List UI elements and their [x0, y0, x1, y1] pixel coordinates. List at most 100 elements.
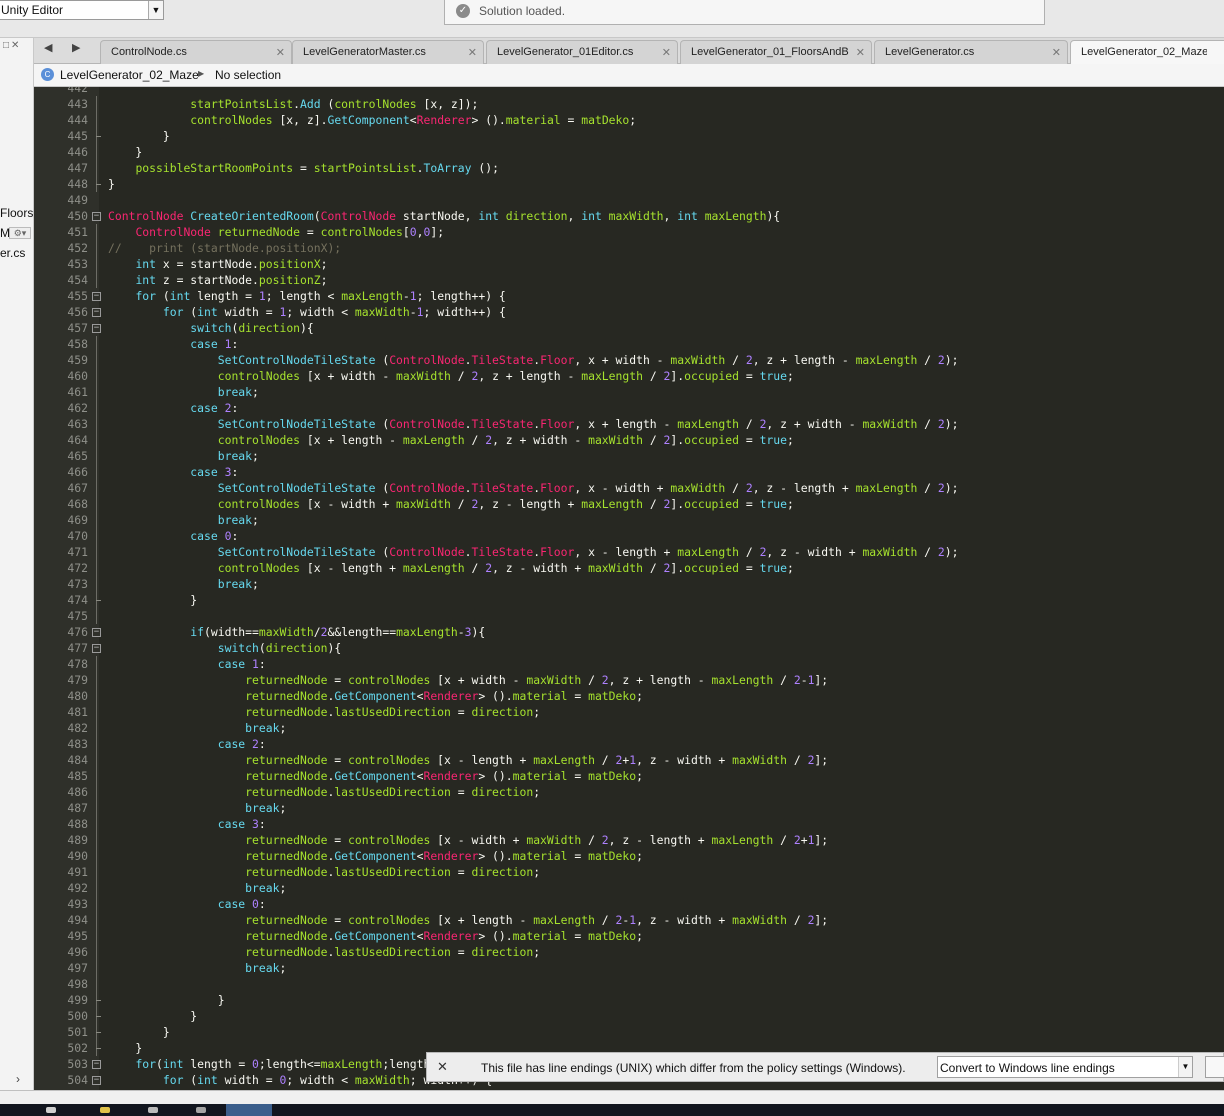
line-number: 491	[67, 865, 88, 879]
notification-apply-button[interactable]	[1205, 1056, 1224, 1078]
line-number: 470	[67, 529, 88, 543]
fold-toggle-icon[interactable]: −	[92, 1060, 101, 1069]
chevron-down-icon[interactable]: ▼	[148, 1, 163, 19]
code-text: break;	[217, 577, 259, 591]
code-line: 478 case 1:	[34, 656, 1224, 672]
code-editor[interactable]: 442 443 startPointsList.Add (controlNodes…	[34, 87, 1224, 1090]
line-number: 504	[67, 1073, 88, 1087]
taskbar	[0, 1104, 1224, 1116]
line-number: 459	[67, 353, 88, 367]
panel-window-controls[interactable]: □✕	[3, 40, 21, 51]
chevron-right-icon[interactable]: ›	[16, 1072, 20, 1086]
code-text: returnedNode = controlNodes [x - length …	[245, 753, 829, 767]
tab-3[interactable]: LevelGenerator_01_FloorsAndBu ✕	[680, 40, 872, 64]
line-number: 462	[67, 401, 88, 415]
code-text: int z = startNode.positionZ;	[135, 273, 328, 287]
line-number: 453	[67, 257, 88, 271]
fold-guide	[96, 880, 97, 896]
code-line: 481 returnedNode.lastUsedDirection = dir…	[34, 704, 1224, 720]
close-icon[interactable]: ✕	[1052, 46, 1061, 59]
code-line: 486 returnedNode.lastUsedDirection = dir…	[34, 784, 1224, 800]
fold-toggle-icon[interactable]: −	[92, 292, 101, 301]
code-line: 466 case 3:	[34, 464, 1224, 480]
fold-toggle-icon[interactable]: −	[92, 308, 101, 317]
fold-toggle-icon[interactable]: −	[92, 324, 101, 333]
code-line: 463 SetControlNodeTileState (ControlNode…	[34, 416, 1224, 432]
code-text: case 3:	[217, 817, 266, 831]
line-ending-action-select[interactable]: Convert to Windows line endings ▼	[937, 1056, 1193, 1078]
code-line: 492 break;	[34, 880, 1224, 896]
code-text: returnedNode = controlNodes [x + length …	[245, 913, 829, 927]
left-panel: □✕	[0, 38, 34, 1090]
code-line: 490 returnedNode.GetComponent<Renderer> …	[34, 848, 1224, 864]
fold-guide	[96, 544, 97, 560]
close-icon[interactable]: ✕	[276, 46, 285, 59]
configuration-select[interactable]: Unity Editor ▼	[0, 0, 164, 20]
line-number: 489	[67, 833, 88, 847]
code-line: 477− switch(direction){	[34, 640, 1224, 656]
left-panel-label[interactable]: er.cs	[0, 246, 25, 260]
fold-guide	[96, 256, 97, 272]
line-number: 503	[67, 1057, 88, 1071]
code-line: 464 controlNodes [x + length - maxLength…	[34, 432, 1224, 448]
fold-guide	[96, 384, 97, 400]
fold-guide-end	[96, 600, 101, 601]
arrow-right-icon[interactable]: ▶	[72, 41, 80, 54]
close-icon[interactable]: ✕	[437, 1059, 448, 1075]
line-number: 502	[67, 1041, 88, 1055]
line-number: 446	[67, 145, 88, 159]
code-line: 467 SetControlNodeTileState (ControlNode…	[34, 480, 1224, 496]
tab-label: LevelGenerator.cs	[885, 46, 975, 58]
arrow-left-icon[interactable]: ◀	[44, 41, 52, 54]
csharp-class-icon: C	[41, 68, 54, 81]
fold-toggle-icon[interactable]: −	[92, 212, 101, 221]
breadcrumb-class[interactable]: LevelGenerator_02_Maze	[60, 68, 199, 82]
line-number: 451	[67, 225, 88, 239]
code-line: 475	[34, 608, 1224, 624]
code-line: 456− for (int width = 1; width < maxWidt…	[34, 304, 1224, 320]
fold-guide	[96, 768, 97, 784]
code-line: 497 break;	[34, 960, 1224, 976]
close-icon[interactable]: ✕	[856, 46, 865, 59]
line-number: 442	[67, 87, 88, 95]
code-text: SetControlNodeTileState (ControlNode.Til…	[217, 545, 959, 559]
tab-4[interactable]: LevelGenerator.cs ✕	[874, 40, 1068, 64]
code-line: 452 // print (startNode.positionX);	[34, 240, 1224, 256]
taskbar-app-icon[interactable]	[196, 1107, 206, 1113]
fold-guide	[96, 848, 97, 864]
close-icon[interactable]: ✕	[468, 46, 477, 59]
tab-2[interactable]: LevelGenerator_01Editor.cs ✕	[486, 40, 678, 64]
tab-0[interactable]: ControlNode.cs ✕	[100, 40, 292, 64]
taskbar-app-icon[interactable]	[100, 1107, 110, 1113]
code-line: 446 }	[34, 144, 1224, 160]
tab-5[interactable]: LevelGenerator_02_Maze.cs	[1070, 40, 1224, 65]
code-line: 494 returnedNode = controlNodes [x + len…	[34, 912, 1224, 928]
breadcrumb-member[interactable]: No selection	[215, 68, 281, 82]
code-line: 476− if(width==maxWidth/2&&length==maxLe…	[34, 624, 1224, 640]
close-icon[interactable]: ✕	[662, 46, 671, 59]
taskbar-app-icon[interactable]	[148, 1107, 158, 1113]
line-number: 501	[67, 1025, 88, 1039]
line-number: 450	[67, 209, 88, 223]
line-number: 492	[67, 881, 88, 895]
code-text: returnedNode.GetComponent<Renderer> ().m…	[245, 689, 643, 703]
code-line: 482 break;	[34, 720, 1224, 736]
taskbar-active-app[interactable]	[226, 1104, 272, 1116]
code-text: break;	[245, 961, 287, 975]
fold-toggle-icon[interactable]: −	[92, 628, 101, 637]
line-number: 461	[67, 385, 88, 399]
taskbar-app-icon[interactable]	[46, 1107, 56, 1113]
fold-guide	[96, 400, 97, 416]
fold-toggle-icon[interactable]: −	[92, 644, 101, 653]
left-panel-label[interactable]: Floors	[0, 206, 33, 220]
fold-toggle-icon[interactable]: −	[92, 1076, 101, 1085]
code-line: 480 returnedNode.GetComponent<Renderer> …	[34, 688, 1224, 704]
fold-guide	[96, 224, 97, 240]
tab-1[interactable]: LevelGeneratorMaster.cs ✕	[292, 40, 484, 64]
code-text: returnedNode.GetComponent<Renderer> ().m…	[245, 849, 643, 863]
chevron-down-icon[interactable]: ▼	[1178, 1057, 1192, 1077]
gear-icon[interactable]: ⚙▾	[9, 227, 31, 239]
line-number: 466	[67, 465, 88, 479]
code-text: }	[108, 1025, 170, 1039]
code-text: possibleStartRoomPoints = startPointsLis…	[135, 161, 499, 175]
